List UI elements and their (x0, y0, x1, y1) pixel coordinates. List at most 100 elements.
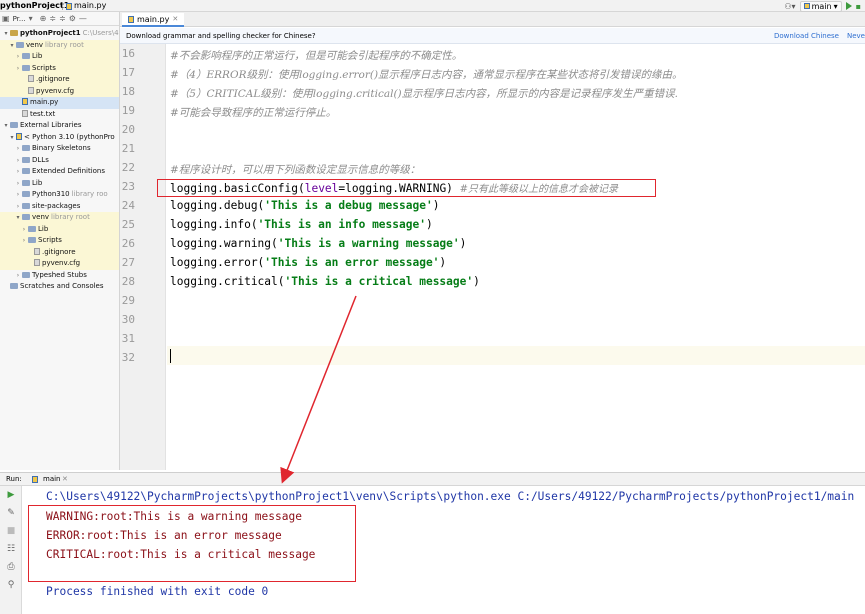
breadcrumb-file[interactable]: main.py (74, 0, 106, 12)
tree-item[interactable]: pyvenv.cfg (0, 258, 119, 270)
chevron-icon[interactable]: › (14, 143, 22, 155)
tree-item[interactable]: test.txt (0, 109, 119, 121)
tree-item[interactable]: › Python310 library roo (0, 189, 119, 201)
close-icon[interactable]: ✕ (62, 473, 68, 486)
tree-item[interactable]: pyvenv.cfg (0, 85, 119, 97)
chevron-icon[interactable]: › (14, 201, 22, 213)
expand-all-icon[interactable]: ≑ (59, 14, 66, 23)
tree-item[interactable]: ▾ pythonProject1 C:\Users\4 (0, 28, 119, 40)
tree-item[interactable]: › Scripts (0, 235, 119, 247)
tree-item[interactable]: › Typeshed Stubs (0, 270, 119, 282)
code-token: ) (459, 237, 467, 250)
chevron-icon[interactable]: ▾ (2, 28, 10, 40)
chevron-icon[interactable]: › (14, 155, 22, 167)
chevron-icon[interactable]: › (14, 63, 22, 75)
tree-item-label: < Python 3.10 (pythonPro (24, 132, 115, 141)
editor-tab-bar: main.py ✕ (120, 12, 865, 27)
run-config-selector[interactable]: main ▾ (799, 0, 842, 12)
user-icon[interactable]: ⚇▾ (784, 2, 795, 11)
run-icon[interactable] (845, 2, 852, 10)
tree-item[interactable]: main.py (0, 97, 119, 109)
tree-item-label: External Libraries (20, 121, 82, 129)
chevron-icon[interactable]: ▾ (2, 120, 10, 132)
line-number: 31 (121, 332, 135, 345)
tree-item-extra: library root (45, 40, 84, 49)
tree-item-label: Typeshed Stubs (32, 270, 87, 279)
chevron-down-icon[interactable]: ▾ (29, 14, 33, 23)
chevron-icon[interactable]: ▾ (8, 132, 16, 144)
project-panel-title[interactable]: Pr... (13, 15, 26, 23)
highlight-box-output (28, 505, 356, 582)
tree-item[interactable]: Scratches and Consoles (0, 281, 119, 293)
never-link[interactable]: Never (847, 28, 865, 44)
code-line-26: logging.warning('This is a warning messa… (170, 237, 466, 250)
run-config-tab[interactable]: main (43, 473, 61, 486)
tree-item[interactable]: › Lib (0, 178, 119, 190)
line-number: 16 (121, 47, 135, 60)
chevron-icon[interactable]: › (20, 224, 28, 236)
print-icon[interactable]: ⎙ (6, 562, 16, 572)
rerun-icon[interactable]: ▶ (6, 490, 16, 500)
console-command: C:\Users\49122\PycharmProjects\pythonPro… (46, 490, 855, 503)
code-editor[interactable]: #不会影响程序的正常运行，但是可能会引起程序的不确定性。 #（4）ERROR级别… (167, 44, 865, 470)
text-caret (170, 349, 171, 363)
line-number: 18 (121, 85, 135, 98)
tree-item[interactable]: ▾ venv library root (0, 212, 119, 224)
chevron-icon[interactable]: › (14, 178, 22, 190)
code-line-28: logging.critical('This is a critical mes… (170, 275, 480, 288)
code-string: 'This is a critical message' (284, 275, 474, 288)
tree-item[interactable]: › Binary Skeletons (0, 143, 119, 155)
code-line-19: #可能会导致程序的正常运行停止。 (170, 107, 337, 119)
chevron-icon[interactable]: ▾ (14, 212, 22, 224)
tree-item[interactable]: ▾ External Libraries (0, 120, 119, 132)
breadcrumb-project[interactable]: pythonProject1 (0, 0, 69, 12)
project-panel: ▣ Pr... ▾ ⊕ ≑ ≑ ⚙ — ▾ pythonProject1 C:\Us… (0, 12, 120, 470)
tree-item[interactable]: › Scripts (0, 62, 119, 75)
wrench-icon[interactable]: ✎ (6, 508, 16, 518)
chevron-icon[interactable]: › (14, 270, 22, 282)
tree-item-label: .gitignore (42, 247, 76, 256)
python-file-icon (66, 3, 72, 10)
python-config-icon (32, 476, 38, 483)
run-panel-toolbar: ▶ ✎ ■ ☷ ⎙ ⚲ (0, 486, 22, 614)
code-line-16: #不会影响程序的正常运行，但是可能会引起程序的不确定性。 (170, 50, 463, 62)
tree-item[interactable]: › Extended Definitions (0, 166, 119, 178)
line-number: 17 (121, 66, 135, 79)
download-chinese-link[interactable]: Download Chinese (774, 28, 839, 44)
folder-icon (22, 64, 30, 71)
chevron-down-icon: ▾ (833, 1, 838, 11)
code-token: logging.critical( (170, 275, 285, 288)
pin-icon[interactable]: ⚲ (6, 580, 16, 590)
debug-icon[interactable]: ▪ (856, 2, 861, 11)
tree-item[interactable]: ▾ < Python 3.10 (pythonPro (0, 132, 119, 144)
file-icon (28, 86, 34, 94)
chevron-icon[interactable]: › (14, 189, 22, 201)
tab-main-py[interactable]: main.py ✕ (122, 13, 185, 27)
tree-item[interactable]: › DLLs (0, 155, 119, 167)
tree-item[interactable]: .gitignore (0, 246, 119, 258)
tree-item[interactable]: ▾ venv library root (0, 39, 119, 52)
folder-icon (22, 53, 30, 59)
chevron-icon[interactable]: › (14, 51, 22, 63)
line-number-gutter: 16 17 18 19 20 21 22 23 24 25 26 27 28 2… (120, 44, 166, 470)
tree-item-label: Binary Skeletons (32, 144, 91, 152)
chevron-icon[interactable]: › (14, 166, 22, 178)
code-token: ) (439, 256, 447, 269)
code-token: ) (432, 199, 440, 212)
gear-icon[interactable]: ⚙ (69, 14, 76, 23)
locate-icon[interactable]: ⊕ (40, 14, 47, 23)
line-number: 26 (121, 237, 135, 250)
tree-item[interactable]: .gitignore (0, 74, 119, 86)
tree-item[interactable]: › Lib (0, 51, 119, 63)
tree-item-label: Lib (38, 224, 49, 233)
tree-item[interactable]: › Lib (0, 223, 119, 236)
collapse-all-icon[interactable]: ≑ (49, 14, 56, 23)
tree-item-label: venv (26, 40, 44, 49)
close-icon[interactable]: ✕ (172, 13, 178, 26)
layout-icon[interactable]: ☷ (6, 544, 16, 554)
tree-item[interactable]: › site-packages (0, 201, 119, 213)
chevron-icon[interactable]: ▾ (8, 40, 16, 52)
stop-icon[interactable]: ■ (6, 526, 16, 536)
chevron-icon[interactable]: › (20, 235, 28, 247)
hide-panel-icon[interactable]: — (79, 14, 87, 23)
